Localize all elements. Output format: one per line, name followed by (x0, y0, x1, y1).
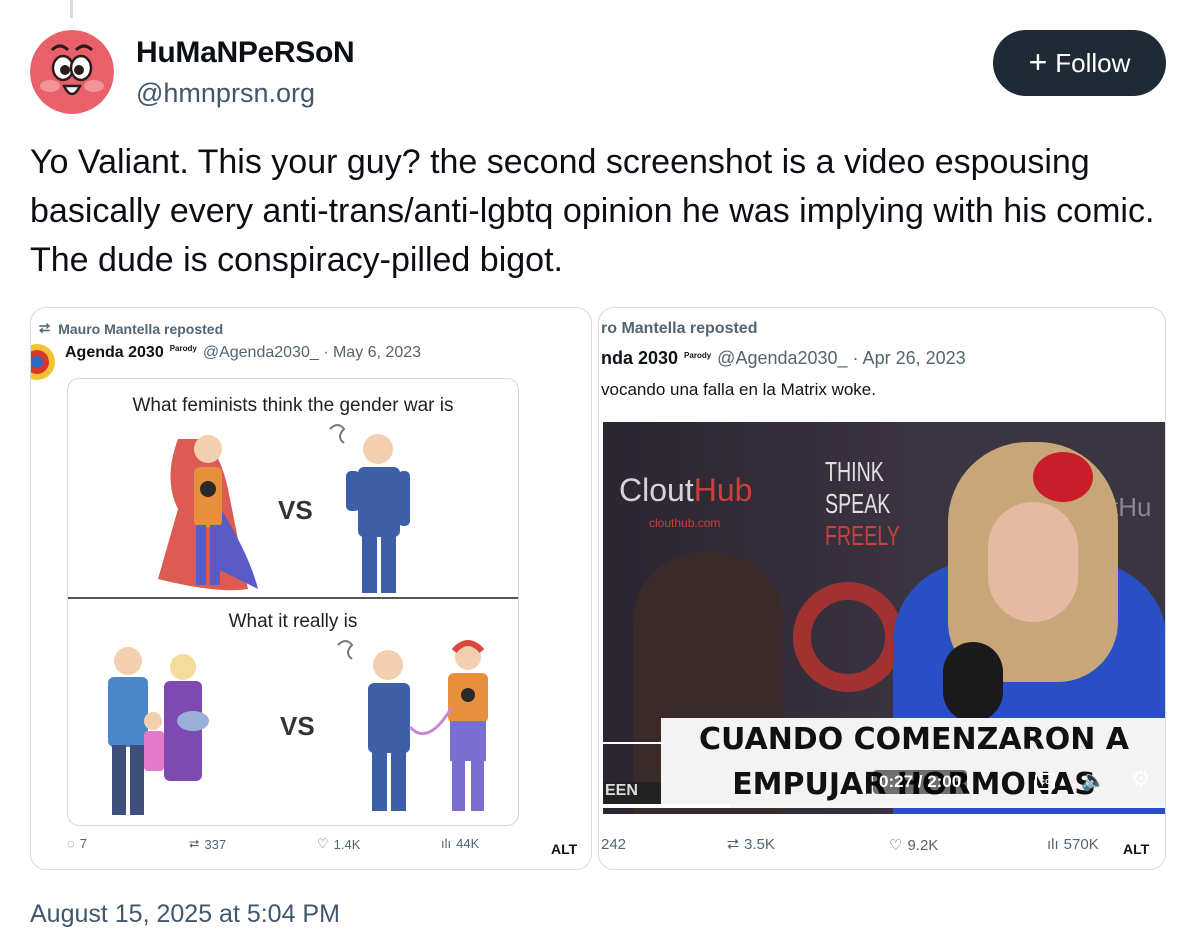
user-handle[interactable]: @hmnprsn.org (136, 78, 315, 109)
video-time: 0:27 / 2:00 (873, 770, 968, 794)
reply-count: 7 (79, 836, 87, 851)
post-timestamp[interactable]: August 15, 2025 at 5:04 PM (30, 900, 340, 929)
post-image-1[interactable]: ⮂ Mauro Mantella reposted Agenda 2030 Pa… (30, 307, 592, 870)
comic-divider (68, 597, 518, 599)
tweet-author: nda 2030 Parody @Agenda2030_ · Apr 26, 2… (601, 348, 966, 369)
tweet-stats: ◌ 7 ⮂ 337 ♡ 1.4K ılı 44K ALT (31, 836, 591, 866)
avatar[interactable] (30, 30, 114, 114)
brand-url: clouthub.com (649, 516, 721, 530)
cartoon-face-avatar-icon (30, 30, 114, 114)
like-stat: ♡ 1.4K (317, 836, 360, 852)
bar-chart-icon: ılı (1047, 836, 1059, 853)
vs-label-top: VS (278, 495, 313, 525)
gear-icon[interactable]: ⚙ (1131, 766, 1151, 792)
repost-label: Mauro Mantella reposted (58, 320, 224, 337)
red-logo (793, 582, 903, 692)
comic-bottom-caption: What it really is (228, 611, 358, 632)
alt-badge[interactable]: ALT (1123, 841, 1149, 857)
heart-icon: ♡ (317, 836, 329, 851)
tweet-author: Agenda 2030 Parody @Agenda2030_ · May 6,… (65, 344, 421, 362)
repost-count: 337 (204, 836, 227, 852)
volume-icon[interactable]: 🔈 (1081, 768, 1106, 793)
reply-count: 242 (601, 836, 627, 853)
author-avatar (31, 342, 55, 382)
comic-top-caption: What feminists think the gender war is (132, 395, 454, 416)
repost-icon: ⮂ (39, 320, 51, 336)
superhero-vs-businessman-drawing: VS (158, 424, 410, 593)
caption-line-1: CUANDO COMENZARON A (661, 718, 1165, 762)
red-flower (1033, 452, 1093, 502)
retweet-icon: ⮂ (727, 836, 740, 853)
thread-line (70, 0, 73, 18)
views-count: 44K (456, 836, 480, 851)
like-count: 1.4K (333, 836, 361, 852)
repost-label: ro Mantella reposted (601, 320, 758, 337)
views-count: 570K (1063, 836, 1099, 853)
like-count: 9.2K (907, 836, 939, 854)
reply-icon: ◌ (67, 836, 75, 851)
repost-line: ⮂ Mauro Mantella reposted (39, 320, 223, 337)
repost-stat: ⮂ 3.5K (727, 836, 775, 853)
post-image-2[interactable]: ro Mantella reposted nda 2030 Parody @Ag… (598, 307, 1166, 870)
microphone (943, 642, 1003, 722)
alt-badge[interactable]: ALT (551, 841, 577, 857)
reply-stat: 242 (601, 836, 626, 853)
plus-icon: + (1028, 43, 1048, 80)
views-stat: ılı 44K (441, 836, 479, 851)
brand-sign: CloutHub (619, 472, 753, 508)
author-name: Agenda 2030 (65, 344, 164, 361)
family-vs-businessman-drawing: VS (108, 640, 488, 815)
caption-line (603, 742, 663, 744)
comic-image: What feminists think the gender war is V… (67, 378, 519, 826)
video-player[interactable]: CloutHub clouthub.com THINK SPEAK FREELY… (603, 422, 1165, 814)
subject-face (988, 502, 1078, 622)
repost-count: 3.5K (744, 836, 775, 853)
views-stat: ılı 570K (1047, 836, 1099, 853)
parody-label: Parody (169, 344, 197, 353)
follow-label: Follow (1055, 47, 1131, 78)
captions-icon[interactable]: cc (1035, 773, 1055, 790)
parody-label: Parody (684, 351, 712, 360)
tweet-text: vocando una falla en la Matrix woke. (601, 380, 876, 399)
reply-stat: ◌ 7 (67, 836, 87, 851)
bar-chart-icon: ılı (441, 836, 452, 851)
video-progress[interactable] (603, 804, 1165, 808)
display-name[interactable]: HuMaNPeRSoN (136, 36, 355, 70)
repost-stat: ⮂ 337 (189, 836, 226, 852)
ticker: EEN (603, 782, 661, 806)
vs-label-bottom: VS (280, 711, 315, 741)
post-text: Yo Valiant. This your guy? the second sc… (30, 143, 1155, 279)
author-meta: @Agenda2030_ · Apr 26, 2023 (717, 348, 966, 368)
slogan: THINK SPEAK FREELY (825, 456, 900, 551)
repost-line: ro Mantella reposted (601, 320, 757, 338)
heart-icon: ♡ (889, 837, 903, 854)
author-meta: @Agenda2030_ · May 6, 2023 (202, 344, 422, 361)
retweet-icon: ⮂ (189, 836, 200, 851)
tweet-stats: 242 ⮂ 3.5K ♡ 9.2K ılı 570K ALT (599, 836, 1165, 866)
like-stat: ♡ 9.2K (889, 836, 939, 855)
author-name: nda 2030 (601, 348, 679, 368)
follow-button[interactable]: + Follow (993, 30, 1166, 96)
